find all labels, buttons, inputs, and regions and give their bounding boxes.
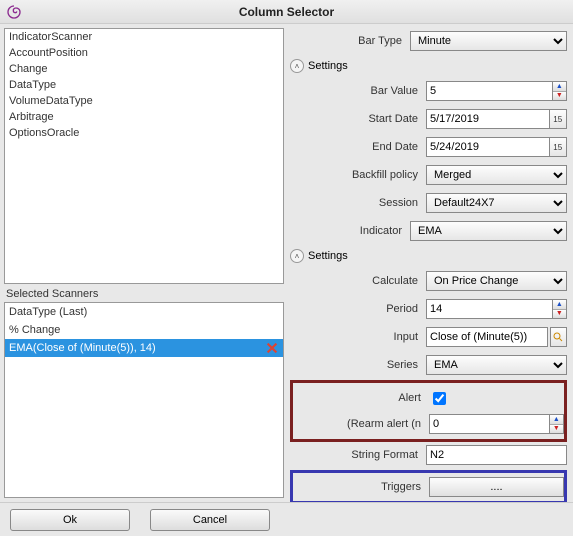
bar-type-select[interactable]: Minute bbox=[410, 31, 567, 51]
lookup-icon[interactable] bbox=[550, 327, 567, 347]
calendar-icon[interactable]: 15 bbox=[550, 109, 568, 129]
string-format-input[interactable] bbox=[426, 445, 567, 465]
bar-value-label: Bar Value bbox=[306, 85, 426, 97]
alert-checkbox[interactable] bbox=[433, 392, 446, 405]
start-date-input[interactable] bbox=[426, 109, 550, 129]
alert-label: Alert bbox=[309, 392, 429, 404]
bar-value-input[interactable] bbox=[426, 81, 553, 101]
bar-value-spinner[interactable]: ▲▼ bbox=[553, 81, 567, 101]
period-spinner[interactable]: ▲▼ bbox=[553, 299, 567, 319]
scanner-item[interactable]: Change bbox=[5, 61, 283, 77]
scanner-item[interactable]: OptionsOracle bbox=[5, 125, 283, 141]
scanner-item[interactable]: VolumeDataType bbox=[5, 93, 283, 109]
titlebar: Column Selector bbox=[0, 0, 573, 24]
settings-header-1: Settings bbox=[308, 60, 348, 72]
scanner-item[interactable]: IndicatorScanner bbox=[5, 29, 283, 45]
end-date-label: End Date bbox=[306, 141, 426, 153]
scanner-list[interactable]: IndicatorScannerAccountPositionChangeDat… bbox=[4, 28, 284, 284]
backfill-label: Backfill policy bbox=[306, 169, 426, 181]
backfill-select[interactable]: Merged bbox=[426, 165, 567, 185]
cancel-button[interactable]: Cancel bbox=[150, 509, 270, 531]
start-date-label: Start Date bbox=[306, 113, 426, 125]
selected-scanner-row[interactable]: % Change bbox=[5, 321, 283, 339]
collapse-icon[interactable]: ˄ bbox=[290, 249, 304, 263]
selected-scanner-label: DataType (Last) bbox=[9, 306, 87, 318]
ok-button[interactable]: Ok bbox=[10, 509, 130, 531]
rearm-spinner[interactable]: ▲▼ bbox=[550, 414, 564, 434]
selected-scanner-label: EMA(Close of (Minute(5)), 14) bbox=[9, 342, 156, 354]
collapse-icon[interactable]: ˄ bbox=[290, 59, 304, 73]
series-label: Series bbox=[306, 359, 426, 371]
scanner-item[interactable]: DataType bbox=[5, 77, 283, 93]
calendar-icon[interactable]: 15 bbox=[550, 137, 568, 157]
session-label: Session bbox=[306, 197, 426, 209]
session-select[interactable]: Default24X7 bbox=[426, 193, 567, 213]
input-field[interactable] bbox=[426, 327, 548, 347]
selected-scanner-row[interactable]: EMA(Close of (Minute(5)), 14) bbox=[5, 339, 283, 357]
scanner-item[interactable]: AccountPosition bbox=[5, 45, 283, 61]
end-date-input[interactable] bbox=[426, 137, 550, 157]
indicator-label: Indicator bbox=[290, 225, 410, 237]
selected-scanners-list[interactable]: DataType (Last) % Change EMA(Close of (Min… bbox=[4, 302, 284, 498]
series-select[interactable]: EMA bbox=[426, 355, 567, 375]
string-format-label: String Format bbox=[306, 449, 426, 461]
bar-type-label: Bar Type bbox=[290, 35, 410, 47]
delete-icon[interactable] bbox=[265, 341, 279, 355]
calculate-label: Calculate bbox=[306, 275, 426, 287]
rearm-label: (Rearm alert (n bbox=[309, 418, 429, 430]
selected-scanner-row[interactable]: DataType (Last) bbox=[5, 303, 283, 321]
window-title: Column Selector bbox=[28, 5, 573, 19]
indicator-select[interactable]: EMA bbox=[410, 221, 567, 241]
scanner-item[interactable]: Arbitrage bbox=[5, 109, 283, 125]
app-swirl-icon bbox=[6, 4, 22, 20]
triggers-button[interactable]: .... bbox=[429, 477, 564, 497]
period-label: Period bbox=[306, 303, 426, 315]
settings-header-2: Settings bbox=[308, 250, 348, 262]
calculate-select[interactable]: On Price Change bbox=[426, 271, 567, 291]
triggers-label: Triggers bbox=[309, 481, 429, 493]
input-label: Input bbox=[306, 331, 426, 343]
rearm-input[interactable] bbox=[429, 414, 550, 434]
period-input[interactable] bbox=[426, 299, 553, 319]
selected-scanners-label: Selected Scanners bbox=[4, 284, 284, 302]
selected-scanner-label: % Change bbox=[9, 324, 60, 336]
